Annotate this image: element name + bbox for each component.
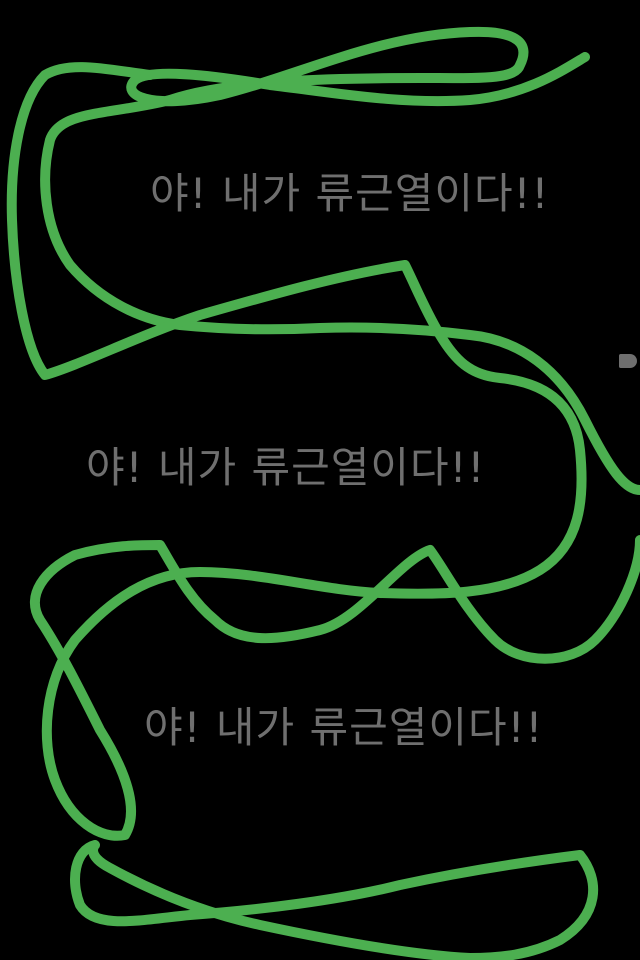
caption-text: 야! 내가 류근열이다!! [144,703,544,752]
caption-text: 야! 내가 류근열이다!! [150,169,550,218]
edge-smudge [619,354,637,368]
drawing-canvas[interactable]: 야! 내가 류근열이다!! 야! 내가 류근열이다!! 야! 내가 류근열이다!… [0,0,640,960]
scribble-path [70,840,598,960]
caption-text: 야! 내가 류근열이다!! [86,443,486,492]
scribble-path [40,26,640,495]
